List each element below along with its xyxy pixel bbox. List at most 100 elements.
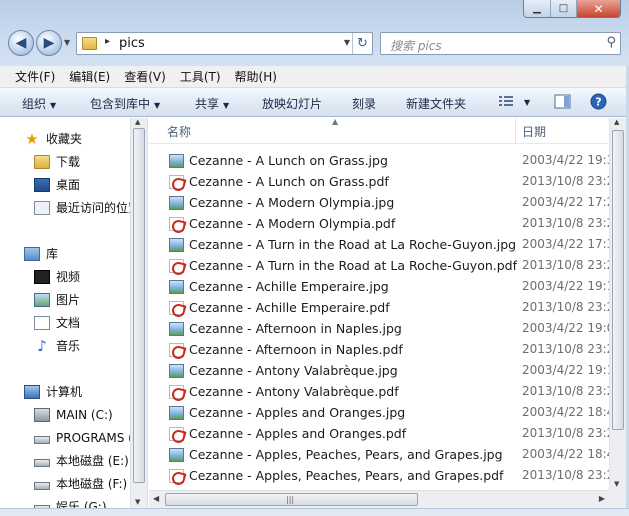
file-row[interactable]: Cezanne - A Modern Olympia.jpg 2003/4/22 … <box>149 192 609 213</box>
minimize-button[interactable]: ▁ <box>524 0 550 17</box>
search-box[interactable]: 搜索 pics ⚲ <box>380 32 621 55</box>
search-icon[interactable]: ⚲ <box>606 35 616 50</box>
pdf-file-icon <box>169 385 184 399</box>
chevron-down-icon: ▼ <box>154 101 161 110</box>
nav-drive-c[interactable]: MAIN (C:) <box>34 404 113 425</box>
scroll-down-icon[interactable]: ▼ <box>135 498 140 506</box>
preview-pane-icon[interactable] <box>554 94 571 109</box>
view-options-icon[interactable] <box>498 94 514 108</box>
breadcrumb-path[interactable]: pics <box>119 36 145 51</box>
help-icon[interactable]: ? <box>590 93 607 110</box>
nav-downloads[interactable]: 下载 <box>34 151 80 172</box>
file-row[interactable]: Cezanne - Achille Emperaire.jpg 2003/4/22… <box>149 276 609 297</box>
recent-places-icon <box>34 200 50 215</box>
file-row[interactable]: Cezanne - A Lunch on Grass.jpg 2003/4/22 … <box>149 150 609 171</box>
details-pane-edge <box>0 508 629 516</box>
library-icon <box>24 246 40 261</box>
organize-label: 组织 <box>22 97 47 111</box>
horizontal-scrollbar[interactable]: ◀ ||| ▶ <box>149 490 609 508</box>
file-row[interactable]: Cezanne - Afternoon in Naples.pdf 2013/10… <box>149 339 609 360</box>
file-name: Cezanne - A Turn in the Road at La Roche… <box>189 258 518 273</box>
file-name: Cezanne - Apples, Peaches, Pears, and Gr… <box>189 447 503 462</box>
image-file-icon <box>169 406 184 420</box>
nav-libraries[interactable]: 库 <box>24 243 58 264</box>
hard-drive-icon <box>34 458 50 467</box>
search-input[interactable]: 搜索 pics <box>390 37 442 54</box>
include-in-library-button[interactable]: 包含到库中 ▼ <box>90 95 160 112</box>
chevron-down-icon: ▼ <box>223 101 230 110</box>
scrollbar-thumb[interactable] <box>612 130 624 430</box>
file-row[interactable]: Cezanne - A Modern Olympia.pdf 2013/10/8 … <box>149 213 609 234</box>
menu-help[interactable]: 帮助(H) <box>228 68 284 85</box>
back-button[interactable]: ◀ <box>8 30 34 56</box>
nav-pictures[interactable]: 图片 <box>34 289 80 310</box>
file-row[interactable]: Cezanne - Apples and Oranges.jpg 2003/4/2… <box>149 402 609 423</box>
file-row[interactable]: Cezanne - Afternoon in Naples.jpg 2003/4/… <box>149 318 609 339</box>
scrollbar-corner <box>609 490 626 508</box>
file-row[interactable]: Cezanne - Apples, Peaches, Pears, and Gr… <box>149 444 609 465</box>
file-date: 2003/4/22 17:3 <box>522 237 609 251</box>
nav-music[interactable]: ♪ 音乐 <box>34 335 80 356</box>
nav-desktop[interactable]: 桌面 <box>34 174 80 195</box>
address-dropdown-icon[interactable]: ▼ <box>344 38 350 47</box>
address-bar[interactable]: ▸ pics ▼ ↻ <box>76 32 373 55</box>
file-row[interactable]: Cezanne - Apples and Oranges.pdf 2013/10/… <box>149 423 609 444</box>
file-date: 2013/10/8 23:2 <box>522 342 609 356</box>
nav-label: MAIN (C:) <box>56 407 113 422</box>
nav-computer[interactable]: 计算机 <box>24 381 82 402</box>
svg-text:?: ? <box>595 96 601 109</box>
file-row[interactable]: Cezanne - A Lunch on Grass.pdf 2013/10/8 … <box>149 171 609 192</box>
column-header: ▲ 名称 日期 <box>149 117 609 144</box>
file-row[interactable]: Cezanne - Antony Valabrèque.pdf 2013/10/8… <box>149 381 609 402</box>
file-list-scrollbar[interactable]: ▲ ▼ <box>609 118 626 490</box>
scroll-right-icon[interactable]: ▶ <box>599 494 605 503</box>
forward-button[interactable]: ▶ <box>36 30 62 56</box>
scroll-down-icon[interactable]: ▼ <box>614 480 619 488</box>
file-row[interactable]: Cezanne - A Turn in the Road at La Roche… <box>149 255 609 276</box>
scrollbar-thumb[interactable]: ||| <box>165 493 418 506</box>
slideshow-button[interactable]: 放映幻灯片 <box>262 95 322 112</box>
column-date[interactable]: 日期 <box>522 123 546 140</box>
recent-pages-dropdown-icon[interactable]: ▼ <box>64 38 70 47</box>
nav-favorites[interactable]: ★ 收藏夹 <box>24 128 82 149</box>
nav-recent-places[interactable]: 最近访问的位置 <box>34 197 130 218</box>
scroll-left-icon[interactable]: ◀ <box>153 494 159 503</box>
file-date: 2013/10/8 23:2 <box>522 258 609 272</box>
close-button[interactable]: ✕ <box>576 0 620 17</box>
file-row[interactable]: Cezanne - Apples, Peaches, Pears, and Gr… <box>149 465 609 486</box>
new-folder-button[interactable]: 新建文件夹 <box>406 95 466 112</box>
menu-view[interactable]: 查看(V) <box>117 68 173 85</box>
column-divider[interactable] <box>515 118 516 144</box>
menu-file[interactable]: 文件(F) <box>8 68 62 85</box>
nav-drive-d[interactable]: PROGRAMS (D:) <box>34 427 130 448</box>
share-button[interactable]: 共享 ▼ <box>195 95 229 112</box>
image-file-icon <box>169 196 184 210</box>
file-name: Cezanne - A Turn in the Road at La Roche… <box>189 237 517 252</box>
nav-videos[interactable]: 视频 <box>34 266 80 287</box>
nav-drive-f[interactable]: 本地磁盘 (F:) <box>34 473 127 494</box>
nav-label: 本地磁盘 (E:) <box>56 454 129 468</box>
scroll-up-icon[interactable]: ▲ <box>135 118 140 126</box>
nav-label: 视频 <box>56 270 81 284</box>
view-dropdown-icon[interactable]: ▼ <box>524 98 530 107</box>
breadcrumb-separator-icon[interactable]: ▸ <box>105 36 110 47</box>
refresh-button[interactable]: ↻ <box>352 33 372 54</box>
navigation-scrollbar[interactable]: ▲ ▼ <box>130 118 147 508</box>
file-row[interactable]: Cezanne - A Turn in the Road at La Roche… <box>149 234 609 255</box>
navigation-pane: ★ 收藏夹 下载 桌面 最近访问的位置 库 视频 图片 文档 ♪ 音乐 计算机 MA… <box>0 118 148 514</box>
column-name[interactable]: 名称 <box>167 123 191 140</box>
organize-button[interactable]: 组织 ▼ <box>22 95 56 112</box>
nav-label: 图片 <box>56 293 81 307</box>
nav-drive-e[interactable]: 本地磁盘 (E:) <box>34 450 129 471</box>
nav-documents[interactable]: 文档 <box>34 312 80 333</box>
menu-tools[interactable]: 工具(T) <box>173 68 228 85</box>
menu-edit[interactable]: 编辑(E) <box>62 68 117 85</box>
scroll-up-icon[interactable]: ▲ <box>614 118 619 126</box>
file-row[interactable]: Cezanne - Achille Emperaire.pdf 2013/10/8… <box>149 297 609 318</box>
maximize-button[interactable]: □ <box>550 0 576 17</box>
nav-label: 音乐 <box>56 339 81 353</box>
file-row[interactable]: Cezanne - Antony Valabrèque.jpg 2003/4/22… <box>149 360 609 381</box>
burn-button[interactable]: 刻录 <box>352 95 376 112</box>
file-list: Cezanne - A Lunch on Grass.jpg 2003/4/22 … <box>149 150 609 490</box>
scrollbar-thumb[interactable] <box>133 128 145 483</box>
